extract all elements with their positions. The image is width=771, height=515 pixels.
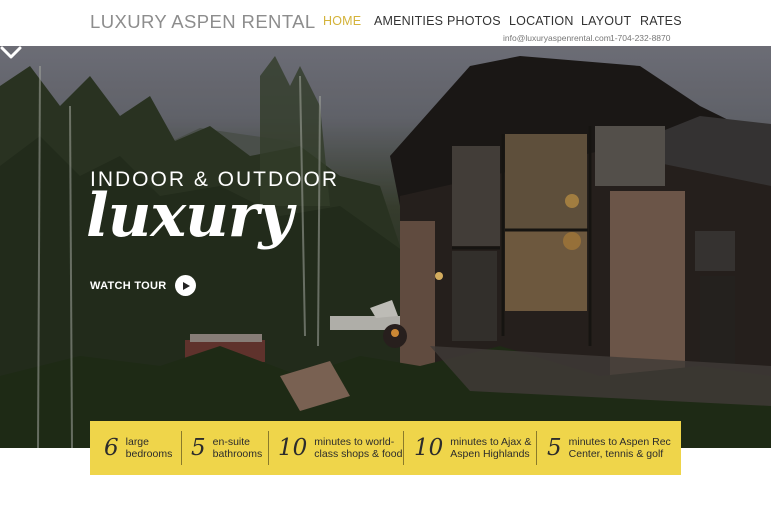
site-header: LUXURY ASPEN RENTAL HOME AMENITIES PHOTO… <box>0 0 771 46</box>
hero-banner: INDOOR & OUTDOOR luxury WATCH TOUR <box>0 46 771 448</box>
contact-phone[interactable]: 1-704-232-8870 <box>610 33 671 43</box>
stat-number: 10 <box>278 435 308 461</box>
stat-number: 6 <box>104 435 119 461</box>
stat-item: 5 en-suite bathrooms <box>181 421 268 475</box>
nav-photos[interactable]: PHOTOS <box>447 14 501 28</box>
stat-number: 5 <box>547 435 562 461</box>
main-nav: HOME AMENITIES PHOTOS LOCATION LAYOUT RA… <box>0 14 771 30</box>
hero-headline: luxury <box>86 181 293 251</box>
watch-tour-button[interactable]: WATCH TOUR <box>90 275 196 296</box>
stat-item: 5 minutes to Aspen Rec Center, tennis & … <box>536 421 681 475</box>
stat-item: 10 minutes to world- class shops & food <box>268 421 403 475</box>
stat-number: 5 <box>191 435 206 461</box>
nav-home[interactable]: HOME <box>323 14 361 28</box>
property-stats-bar: 6 large bedrooms 5 en-suite bathrooms 10… <box>90 421 681 475</box>
stat-label: minutes to Ajax & Aspen Highlands <box>450 436 532 460</box>
nav-location[interactable]: LOCATION <box>509 14 574 28</box>
stat-number: 10 <box>414 435 444 461</box>
nav-rates[interactable]: RATES <box>640 14 682 28</box>
nav-amenities[interactable]: AMENITIES <box>374 14 443 28</box>
watch-tour-label: WATCH TOUR <box>90 279 167 292</box>
nav-layout[interactable]: LAYOUT <box>581 14 631 28</box>
contact-email[interactable]: info@luxuryaspenrental.com <box>503 33 611 43</box>
chevron-down-icon[interactable] <box>0 46 22 60</box>
stat-label: en-suite bathrooms <box>212 436 263 460</box>
stat-label: large bedrooms <box>125 436 173 460</box>
stat-item: 10 minutes to Ajax & Aspen Highlands <box>403 421 536 475</box>
stat-label: minutes to Aspen Rec Center, tennis & go… <box>568 436 671 460</box>
stat-item: 6 large bedrooms <box>90 421 181 475</box>
stat-label: minutes to world- class shops & food <box>314 436 403 460</box>
play-icon[interactable] <box>174 275 196 296</box>
